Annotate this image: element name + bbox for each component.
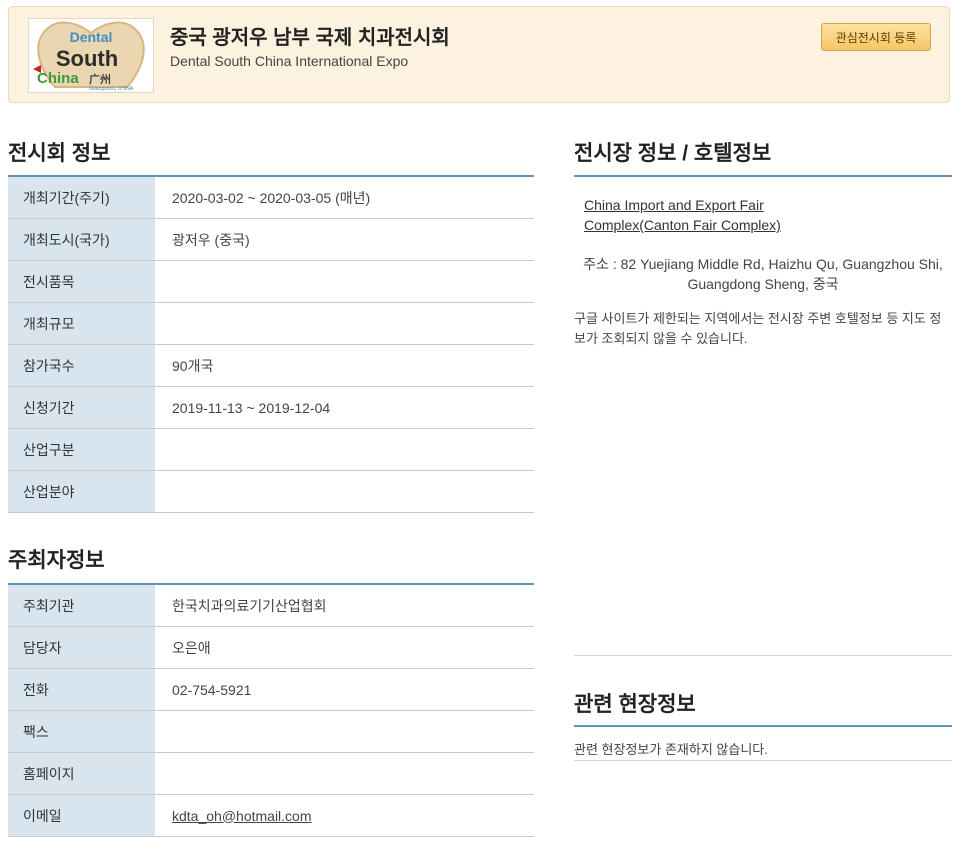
row-label: 담당자 (8, 626, 155, 669)
exhibition-info-title: 전시회 정보 (8, 142, 111, 165)
expo-title: 중국 광저우 남부 국제 치과전시회 (170, 27, 450, 49)
table-row: 개최기간(주기) 2020-03-02 ~ 2020-03-05 (매년) (8, 176, 534, 219)
table-row: 참가국수 90개국 (8, 344, 534, 387)
row-value: 2019-11-13 ~ 2019-12-04 (155, 386, 534, 429)
logo-text-dental: Dental (70, 29, 113, 45)
row-label: 홈페이지 (8, 752, 155, 795)
row-label: 전화 (8, 668, 155, 711)
row-label: 개최도시(국가) (8, 218, 155, 261)
table-row: 신청기간 2019-11-13 ~ 2019-12-04 (8, 386, 534, 429)
row-label: 개최규모 (8, 302, 155, 345)
expo-header: Dental South China 广州 Guangzhou, CHINA 중… (8, 6, 950, 103)
organizer-info-table: 주최기관 한국치과의료기기산업협회 담당자 오은애 전화 02-754-5921… (8, 583, 534, 837)
row-label: 팩스 (8, 710, 155, 753)
table-row: 전화 02-754-5921 (8, 668, 534, 711)
row-value (155, 752, 534, 795)
table-row: 개최규모 (8, 302, 534, 345)
venue-map-notice: 구글 사이트가 제한되는 지역에서는 전시장 주변 호텔정보 등 지도 정보가 … (574, 311, 942, 346)
row-value: 광저우 (중국) (155, 218, 534, 261)
logo-text-south: South (56, 46, 118, 71)
logo-text-guangzhou-cn: 广州 (89, 72, 111, 86)
related-bottom-divider (574, 760, 952, 761)
row-label: 산업구분 (8, 428, 155, 471)
venue-divider (574, 175, 952, 177)
table-row: 개최도시(국가) 광저우 (중국) (8, 218, 534, 261)
tooth-logo-graphic: Dental South China 广州 Guangzhou, CHINA (33, 21, 145, 92)
row-value: 한국치과의료기기산업협회 (155, 584, 534, 627)
row-value: 90개국 (155, 344, 534, 387)
expo-logo: Dental South China 广州 Guangzhou, CHINA (28, 18, 154, 93)
venue-bottom-divider (574, 655, 952, 656)
email-link[interactable]: kdta_oh@hotmail.com (172, 808, 312, 824)
table-row: 전시품목 (8, 260, 534, 303)
row-value: kdta_oh@hotmail.com (155, 794, 534, 837)
row-value (155, 428, 534, 471)
logo-text-china: China (37, 70, 79, 87)
table-row: 팩스 (8, 710, 534, 753)
row-value (155, 302, 534, 345)
row-value (155, 710, 534, 753)
expo-subtitle: Dental South China International Expo (170, 53, 409, 69)
row-value (155, 260, 534, 303)
row-label: 전시품목 (8, 260, 155, 303)
row-label: 참가국수 (8, 344, 155, 387)
table-row: 이메일 kdta_oh@hotmail.com (8, 794, 534, 837)
row-label: 주최기관 (8, 584, 155, 627)
row-label: 신청기간 (8, 386, 155, 429)
row-label: 개최기간(주기) (8, 176, 155, 219)
related-empty-message: 관련 현장정보가 존재하지 않습니다. (574, 742, 768, 757)
logo-text-guangzhou: Guangzhou, CHINA (89, 86, 134, 92)
row-label: 산업분야 (8, 470, 155, 513)
exhibition-info-table: 개최기간(주기) 2020-03-02 ~ 2020-03-05 (매년) 개최… (8, 175, 534, 513)
venue-info-title: 전시장 정보 / 호텔정보 (574, 142, 772, 165)
venue-address: 주소 : 82 Yuejiang Middle Rd, Haizhu Qu, G… (583, 256, 943, 292)
table-row: 산업구분 (8, 428, 534, 471)
venue-name-link[interactable]: China Import and Export Fair Complex(Can… (584, 195, 804, 235)
table-row: 주최기관 한국치과의료기기산업협회 (8, 584, 534, 627)
register-interest-button[interactable]: 관심전시회 등록 (821, 23, 931, 51)
row-label: 이메일 (8, 794, 155, 837)
table-row: 홈페이지 (8, 752, 534, 795)
row-value: 오은애 (155, 626, 534, 669)
related-info-title: 관련 현장정보 (574, 693, 696, 716)
row-value: 2020-03-02 ~ 2020-03-05 (매년) (155, 176, 534, 219)
table-row: 담당자 오은애 (8, 626, 534, 669)
related-divider (574, 725, 952, 727)
organizer-info-title: 주최자정보 (8, 549, 105, 572)
row-value: 02-754-5921 (155, 668, 534, 711)
table-row: 산업분야 (8, 470, 534, 513)
row-value (155, 470, 534, 513)
